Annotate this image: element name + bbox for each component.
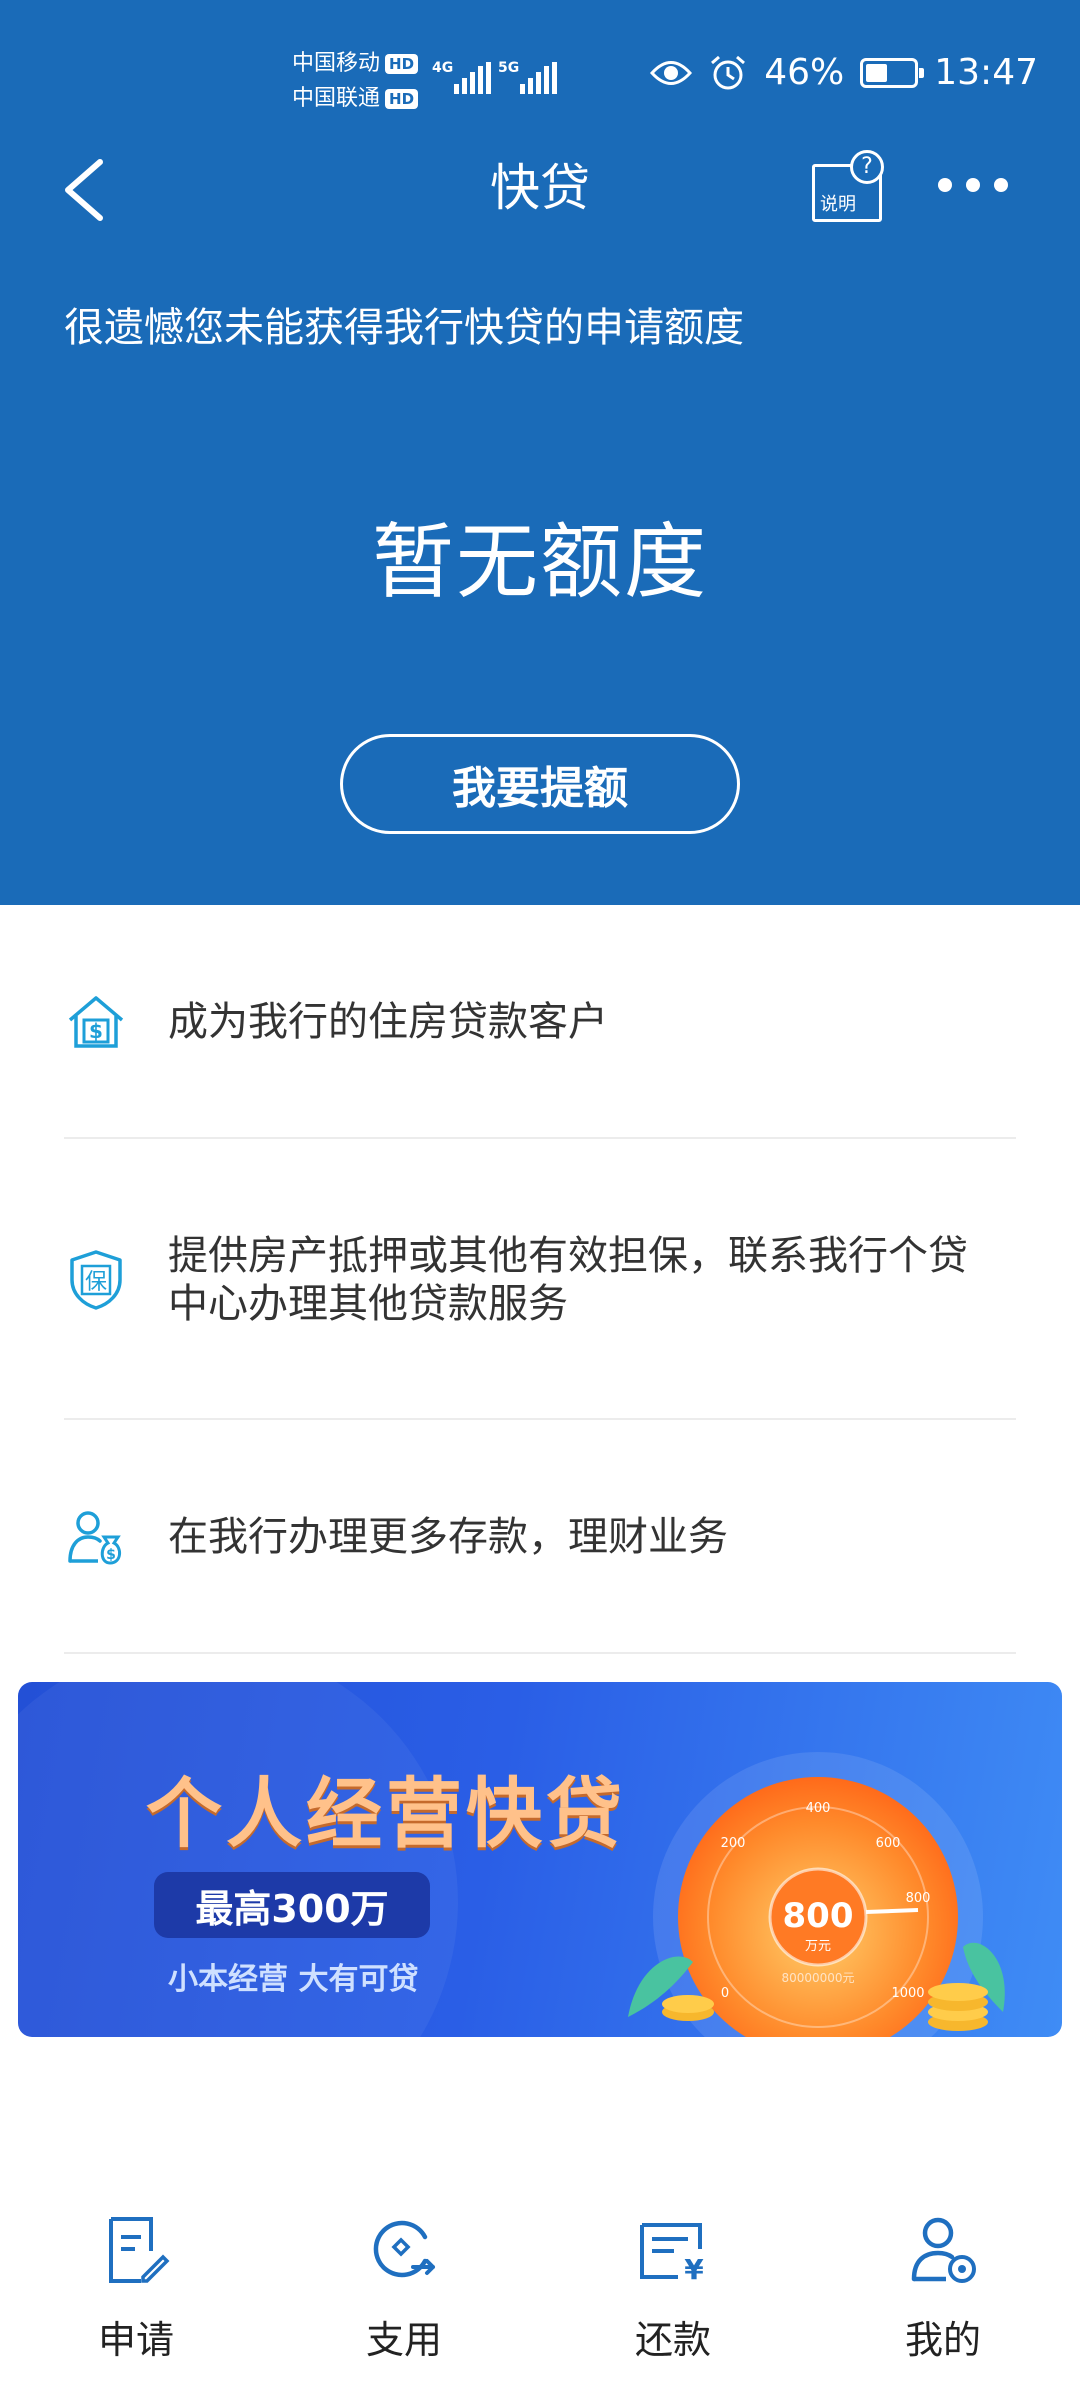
divider bbox=[64, 1418, 1016, 1420]
tab-label: 我的 bbox=[904, 2318, 981, 2362]
battery-percent: 46% bbox=[764, 52, 845, 93]
apply-icon bbox=[109, 2217, 170, 2283]
carrier-info: 中国移动 HD 中国联通 HD bbox=[292, 46, 419, 116]
tip-item-mortgage: $ 成为我行的住房贷款客户 bbox=[64, 990, 1016, 1054]
tip-text: 在我行办理更多存款，理财业务 bbox=[168, 1514, 728, 1560]
tab-repay[interactable]: ¥ 还款 bbox=[603, 2215, 743, 2365]
help-label: 说明 bbox=[820, 194, 856, 215]
clock: 13:47 bbox=[934, 52, 1038, 93]
gauge-value: 800 bbox=[783, 1896, 854, 1936]
bottom-tab-bar: 申请 支用 ¥ 还款 我的 bbox=[0, 2190, 1080, 2400]
battery-level-fill bbox=[866, 63, 888, 82]
tab-draw[interactable]: 支用 bbox=[334, 2215, 474, 2365]
more-dot-icon bbox=[994, 178, 1008, 192]
draw-icon bbox=[373, 2220, 435, 2278]
more-dot-icon bbox=[966, 178, 980, 192]
rejection-notice: 很遗憾您未能获得我行快贷的申请额度 bbox=[64, 305, 744, 351]
banner-title: 个人经营快贷 bbox=[146, 1769, 626, 1858]
question-mark-icon: ? bbox=[850, 150, 884, 184]
back-button[interactable] bbox=[58, 150, 118, 230]
alarm-icon bbox=[711, 55, 746, 89]
tip-text: 成为我行的住房贷款客户 bbox=[168, 999, 608, 1045]
tab-label: 申请 bbox=[97, 2318, 174, 2362]
repay-icon: ¥ bbox=[640, 2223, 704, 2286]
svg-text:$: $ bbox=[106, 1547, 116, 1563]
person-money-icon: $ bbox=[68, 1511, 121, 1565]
carrier-name-1: 中国移动 bbox=[292, 51, 381, 76]
tab-apply[interactable]: 申请 bbox=[66, 2215, 206, 2365]
hd-badge: HD bbox=[385, 53, 419, 74]
promo-banner[interactable]: 个人经营快贷 最高300万 小本经营 大有可贷 800 万元 0 200 400… bbox=[18, 1682, 1062, 2037]
help-button[interactable]: ? 说明 bbox=[808, 150, 888, 230]
gauge-tick: 600 bbox=[876, 1836, 901, 1851]
divider bbox=[64, 1652, 1016, 1654]
gauge-tick: 1000 bbox=[891, 1986, 924, 2001]
eye-icon bbox=[650, 60, 693, 85]
gauge-tick: 0 bbox=[721, 1986, 729, 2001]
battery-icon bbox=[860, 57, 925, 88]
profile-icon bbox=[911, 2217, 976, 2283]
page-title: 快贷 bbox=[490, 159, 590, 217]
svg-text:¥: ¥ bbox=[684, 2253, 704, 2286]
tip-text: 提供房产抵押或其他有效担保，联系我行个贷中心办理其他贷款服务 bbox=[168, 1233, 968, 1327]
more-menu-button[interactable] bbox=[938, 160, 1008, 210]
tab-profile[interactable]: 我的 bbox=[873, 2215, 1013, 2365]
banner-highlight: 最高300万 bbox=[154, 1872, 430, 1938]
quota-status: 暂无额度 bbox=[371, 515, 708, 610]
tab-label: 支用 bbox=[365, 2318, 442, 2362]
status-right: 46% 13:47 bbox=[650, 52, 1038, 93]
status-bar: 中国移动 HD 中国联通 HD 4G 5G 46% 13:47 bbox=[0, 0, 1080, 150]
tip-item-guarantee: 保 提供房产抵押或其他有效担保，联系我行个贷中心办理其他贷款服务 bbox=[64, 1230, 1016, 1330]
gauge-caption: 80000000元 bbox=[781, 1971, 854, 1985]
hero-panel: 中国移动 HD 中国联通 HD 4G 5G 46% 13:47 快贷 ? 说明 很遗… bbox=[0, 0, 1080, 905]
gauge-tick: 200 bbox=[721, 1836, 746, 1851]
svg-text:$: $ bbox=[89, 1019, 103, 1043]
tip-item-deposit: $ 在我行办理更多存款，理财业务 bbox=[64, 1505, 1016, 1569]
more-dot-icon bbox=[938, 178, 952, 192]
carrier-name-2: 中国联通 bbox=[292, 86, 381, 111]
divider bbox=[64, 1137, 1016, 1139]
speedometer-illustration: 800 万元 0 200 400 600 800 1000 80000000元 bbox=[628, 1752, 1005, 2037]
chevron-left-icon bbox=[65, 159, 103, 221]
network-type-label: 5G bbox=[498, 60, 520, 76]
hd-badge: HD bbox=[385, 88, 419, 109]
gauge-tick: 400 bbox=[806, 1801, 831, 1816]
guarantee-char: 保 bbox=[85, 1270, 107, 1295]
house-dollar-icon: $ bbox=[68, 996, 124, 1048]
raise-limit-button[interactable]: 我要提额 bbox=[340, 734, 740, 834]
shield-guarantee-icon: 保 bbox=[70, 1250, 122, 1310]
tab-label: 还款 bbox=[634, 2318, 711, 2362]
gauge-unit: 万元 bbox=[805, 1939, 831, 1954]
network-type-label: 4G bbox=[432, 60, 454, 76]
banner-slogan: 小本经营 大有可贷 bbox=[168, 1962, 419, 1997]
gauge-tick: 800 bbox=[906, 1891, 931, 1906]
